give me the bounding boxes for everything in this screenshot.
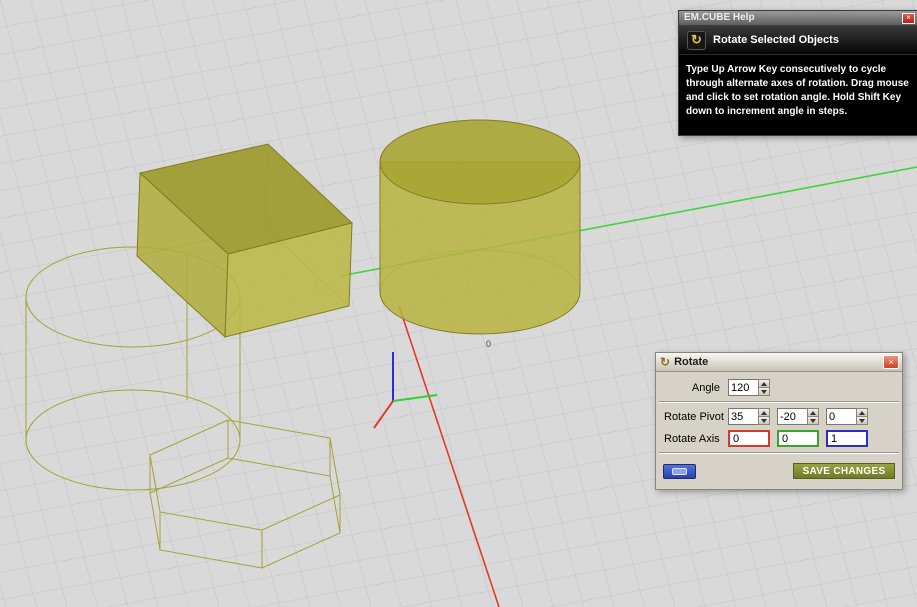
spin-up-icon bbox=[859, 411, 865, 415]
rotate-pivot-label: Rotate Pivot bbox=[662, 411, 728, 423]
spin-up-icon bbox=[761, 411, 767, 415]
rotate-pivot-row: Rotate Pivot bbox=[656, 408, 902, 425]
pivot-y-spin-up-button[interactable] bbox=[807, 408, 819, 417]
pivot-x-stepper bbox=[728, 408, 770, 425]
spin-up-icon bbox=[761, 382, 767, 386]
rotate-dialog-title: Rotate bbox=[674, 357, 879, 368]
3d-viewport[interactable]: 0 EM.CUBE Help × ↻ Rotate Selected Objec… bbox=[0, 0, 917, 607]
pivot-z-stepper bbox=[826, 408, 868, 425]
axis-y-input[interactable] bbox=[777, 430, 819, 447]
spin-down-icon bbox=[761, 419, 767, 423]
rotate-dialog-icon: ↻ bbox=[660, 356, 670, 368]
help-window-body: ↻ Rotate Selected Objects Type Up Arrow … bbox=[679, 26, 917, 135]
help-close-button[interactable]: × bbox=[902, 13, 915, 24]
angle-input[interactable] bbox=[728, 379, 758, 396]
rotate-glyph: ↻ bbox=[691, 32, 702, 48]
spin-down-icon bbox=[810, 419, 816, 423]
pivot-z-spin-down-button[interactable] bbox=[856, 417, 868, 425]
rotate-axis-label: Rotate Axis bbox=[662, 433, 728, 445]
angle-label: Angle bbox=[662, 382, 728, 394]
help-heading: Rotate Selected Objects bbox=[713, 34, 839, 46]
pivot-x-spin-down-button[interactable] bbox=[758, 417, 770, 425]
pivot-z-input[interactable] bbox=[826, 408, 856, 425]
axis-z-input[interactable] bbox=[826, 430, 868, 447]
help-window: EM.CUBE Help × ↻ Rotate Selected Objects… bbox=[678, 10, 917, 136]
link-tool-button[interactable] bbox=[663, 464, 696, 479]
cylinder-object[interactable] bbox=[380, 120, 580, 334]
pivot-x-spin-up-button[interactable] bbox=[758, 408, 770, 417]
help-window-titlebar[interactable]: EM.CUBE Help × bbox=[679, 11, 917, 26]
divider bbox=[659, 452, 899, 454]
dialog-buttons-row: SAVE CHANGES bbox=[656, 459, 902, 479]
pivot-y-spin-down-button[interactable] bbox=[807, 417, 819, 425]
help-window-title: EM.CUBE Help bbox=[684, 13, 902, 23]
spin-down-icon bbox=[761, 390, 767, 394]
angle-stepper bbox=[728, 379, 770, 396]
help-body-text: Type Up Arrow Key consecutively to cycle… bbox=[679, 55, 917, 135]
angle-row: Angle bbox=[656, 379, 902, 396]
help-header: ↻ Rotate Selected Objects bbox=[679, 26, 917, 55]
angle-spin-up-button[interactable] bbox=[758, 379, 770, 388]
pivot-y-input[interactable] bbox=[777, 408, 807, 425]
close-icon: × bbox=[888, 358, 893, 367]
pivot-x-input[interactable] bbox=[728, 408, 758, 425]
spin-down-icon bbox=[859, 419, 865, 423]
rotate-dialog: ↻ Rotate × Angle Rotate Pivot bbox=[655, 352, 903, 490]
rotate-dialog-titlebar[interactable]: ↻ Rotate × bbox=[656, 353, 902, 372]
pivot-z-spin-up-button[interactable] bbox=[856, 408, 868, 417]
divider bbox=[659, 401, 899, 403]
save-changes-button[interactable]: SAVE CHANGES bbox=[793, 463, 895, 479]
angle-spin-down-button[interactable] bbox=[758, 388, 770, 396]
rotate-axis-row: Rotate Axis bbox=[656, 430, 902, 447]
rotate-objects-icon: ↻ bbox=[687, 31, 706, 50]
origin-label: 0 bbox=[486, 339, 491, 349]
squares-icon bbox=[672, 468, 687, 475]
pivot-y-stepper bbox=[777, 408, 819, 425]
axis-x-input[interactable] bbox=[728, 430, 770, 447]
rotate-close-button[interactable]: × bbox=[883, 355, 899, 369]
spin-up-icon bbox=[810, 411, 816, 415]
close-icon: × bbox=[906, 14, 911, 22]
